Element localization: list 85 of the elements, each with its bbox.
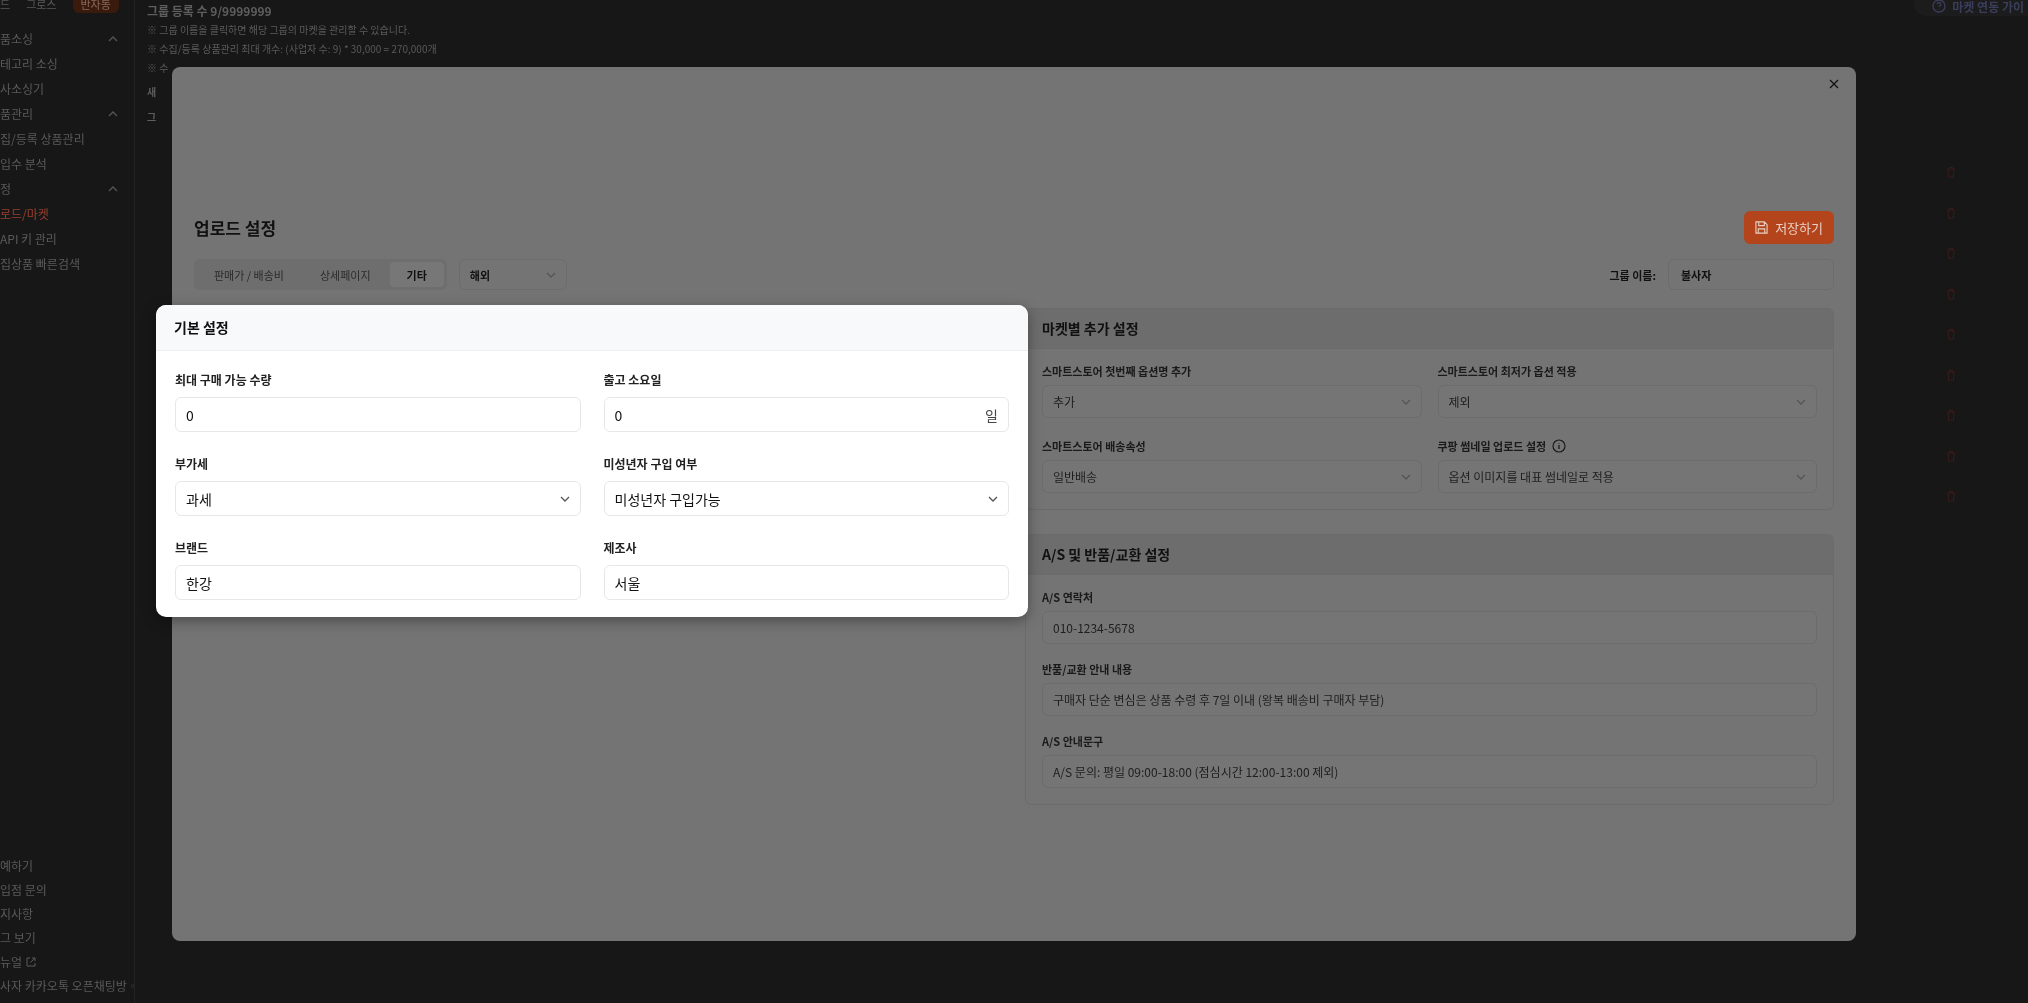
field-label: 스마트스토어 첫번째 옵션명 추가 <box>1042 363 1193 379</box>
note-text: ※ 수 <box>147 59 169 77</box>
chevron-up-icon <box>108 110 118 117</box>
nav-section[interactable]: 품소싱 <box>0 26 134 51</box>
tab[interactable]: 기타 <box>389 262 444 287</box>
nav-tab[interactable]: 드 <box>0 0 11 12</box>
card-title: 기본 설정 <box>156 305 1028 351</box>
input-field[interactable]: 0 일 <box>603 397 1009 432</box>
modal-title: 업로드 설정 <box>194 214 277 240</box>
region-select[interactable]: 해외 <box>458 259 567 290</box>
nav-section[interactable]: 정 <box>0 176 134 201</box>
field-label: 출고 소요일 <box>603 371 663 388</box>
field-label: 쿠팡 썸네일 업로드 설정 <box>1437 438 1817 454</box>
select-field[interactable]: 추가 <box>1042 385 1422 418</box>
help-icon <box>1932 0 1947 13</box>
chevron-down-icon <box>545 271 556 278</box>
select-field[interactable]: 일반배송 <box>1042 460 1422 493</box>
field-label: 스마트스토어 최저가 옵션 적용 <box>1437 363 1578 379</box>
trash-icon[interactable] <box>1946 449 1956 462</box>
nav-item[interactable]: API 키 관리 <box>0 226 134 251</box>
field-label: A/S 연락처 <box>1042 589 1095 605</box>
nav-item[interactable]: 입수 분석 <box>0 151 134 176</box>
chevron-up-icon <box>108 185 118 192</box>
nav-item[interactable]: 집상품 빠른검색 <box>0 251 134 276</box>
trash-icon[interactable] <box>1946 206 1956 219</box>
field-label: A/S 안내문구 <box>1042 733 1105 749</box>
chevron-down-icon <box>559 495 570 502</box>
trash-icon[interactable] <box>1946 247 1956 259</box>
field-label: 미성년자 구입 여부 <box>603 455 699 472</box>
trash-icon[interactable] <box>1946 287 1956 300</box>
input-field[interactable]: 구매자 단순 변심은 상품 수령 후 7일 이내 (왕복 배송비 구매자 부담) <box>1042 683 1817 716</box>
section-heading: 그 <box>147 109 157 126</box>
section-heading: 새 <box>147 84 157 101</box>
input-field[interactable]: 0 <box>175 397 581 432</box>
nav-tab[interactable]: 반자동 <box>72 0 119 13</box>
trash-icon[interactable] <box>1946 490 1956 502</box>
field-label: 부가세 <box>175 455 210 472</box>
select-field[interactable]: 제외 <box>1437 385 1817 418</box>
input-field[interactable]: A/S 문의: 평일 09:00-18:00 (점심시간 12:00-13:00 제외) <box>1042 755 1817 788</box>
nav-item[interactable]: 집/등록 상품관리 <box>0 126 134 151</box>
guide-button[interactable]: 마켓 연동 가이 <box>1914 0 2028 16</box>
tab[interactable]: 판매가 / 배송비 <box>197 262 301 287</box>
field-label: 반품/교환 안내 내용 <box>1042 661 1134 677</box>
input-field[interactable]: 한강 <box>175 565 581 600</box>
trash-icon[interactable] <box>1946 166 1956 178</box>
group-name-label: 그룹 이름: <box>1609 266 1656 283</box>
nav-item[interactable]: 뉴얼 <box>0 950 134 974</box>
note-text: ※ 그룹 이름을 클릭하면 해당 그룹의 마켓을 관리할 수 있습니다. <box>147 21 410 39</box>
nav-item[interactable]: 로드/마켓 <box>0 201 134 226</box>
trash-icon[interactable] <box>1946 328 1956 340</box>
trash-icon[interactable] <box>1946 409 1956 421</box>
nav-tab[interactable]: 그로스 <box>26 0 57 12</box>
field-label: 제조사 <box>603 539 638 556</box>
field-label: 스마트스토어 배송속성 <box>1042 438 1147 454</box>
close-icon[interactable] <box>1829 79 1839 89</box>
panel-title: 마켓별 추가 설정 <box>1026 309 1833 349</box>
chevron-down-icon <box>1796 398 1806 405</box>
chevron-down-icon <box>1796 473 1806 480</box>
nav-item[interactable]: 그 보기 <box>0 926 134 950</box>
chevron-down-icon <box>1400 398 1411 405</box>
field-label: 브랜드 <box>175 539 210 556</box>
save-button[interactable]: 저장하기 <box>1744 210 1834 244</box>
nav-item[interactable]: 예하기 <box>0 854 134 878</box>
trash-icon[interactable] <box>1946 368 1956 381</box>
nav-item[interactable]: 테고리 소싱 <box>0 51 134 76</box>
save-icon <box>1755 220 1769 234</box>
chevron-down-icon <box>988 495 998 502</box>
tab[interactable]: 상세페이지 <box>302 262 388 287</box>
select-field[interactable]: 옵션 이미지를 대표 썸네일로 적용 <box>1437 460 1817 493</box>
panel-title: A/S 및 반품/교환 설정 <box>1026 535 1833 575</box>
field-label: 최대 구매 가능 수량 <box>175 371 273 388</box>
select-field[interactable]: 미성년자 구입가능 <box>603 481 1009 516</box>
group-name-field[interactable]: 불사자 <box>1668 259 1834 290</box>
select-field[interactable]: 과세 <box>175 481 581 516</box>
input-field[interactable]: 010-1234-5678 <box>1042 611 1817 644</box>
info-icon <box>1552 439 1567 453</box>
nav-item[interactable]: 사소싱기 <box>0 76 134 101</box>
nav-item[interactable]: 입점 문의 <box>0 878 134 902</box>
nav-item[interactable]: 사자 카카오톡 오픈채팅방 <box>0 974 134 998</box>
input-field[interactable]: 서울 <box>603 565 1009 600</box>
group-count: 그룹 등록 수 9/9999999 <box>147 2 272 20</box>
nav-section[interactable]: 품관리 <box>0 101 134 126</box>
nav-item[interactable]: 지사항 <box>0 902 134 926</box>
chevron-up-icon <box>108 35 118 42</box>
chevron-down-icon <box>1400 473 1411 480</box>
